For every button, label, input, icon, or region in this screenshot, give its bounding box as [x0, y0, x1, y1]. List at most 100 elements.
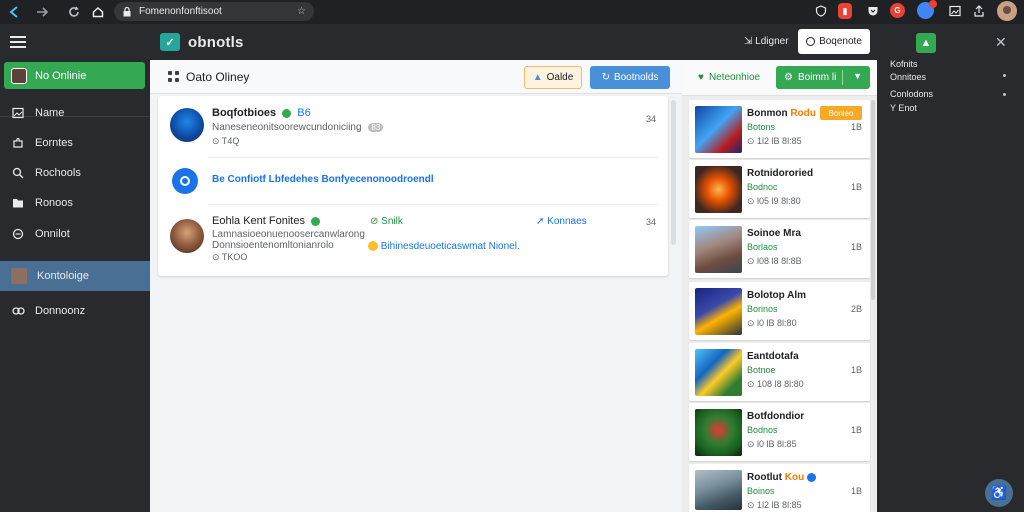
- post-text-value: Naneseneonitsoorewcundoniciing: [212, 122, 362, 133]
- games-panel-header: ♥ Neteonhioe ⚙ Boimm li ▼: [682, 60, 877, 96]
- sidebar-item-rochools[interactable]: Rochools: [0, 159, 150, 187]
- shield-icon[interactable]: [812, 2, 830, 20]
- sidebar-item-label: Name: [35, 107, 65, 119]
- avatar: [11, 67, 27, 84]
- post-author: Boqfotbioes B6: [212, 107, 311, 119]
- online-status-button[interactable]: No Onlinie: [4, 62, 145, 89]
- back-icon[interactable]: [5, 2, 25, 22]
- image-icon[interactable]: [946, 2, 964, 20]
- scrollbar[interactable]: [671, 100, 676, 245]
- game-meta: ⊙ 1l2 lB 8l:85: [747, 136, 802, 147]
- sidebar-item-label: Kontoloige: [37, 270, 89, 282]
- main-toolbar: Oato Oliney ▲ Oalde ↻ Bootnolds: [150, 60, 682, 94]
- sidebar-item-label: Eorntes: [35, 137, 73, 149]
- sign-link[interactable]: ⇲ Ldigner: [744, 36, 789, 47]
- header-button-label: Boqenote: [819, 36, 862, 47]
- post-time: ⊙ TKOO: [212, 252, 247, 263]
- online-label: No Onlinie: [35, 69, 87, 82]
- game-meta: ⊙ l0 lB 8l:85: [747, 439, 797, 450]
- games-dropdown-button[interactable]: ⚙ Boimm li ▼: [776, 66, 870, 89]
- app-icon[interactable]: ▲: [916, 33, 936, 53]
- red-app-icon[interactable]: ▮: [838, 3, 852, 19]
- verified-icon: [807, 472, 817, 482]
- game-title-highlight: Rodu: [790, 108, 816, 119]
- secondary-button[interactable]: ▲ Oalde: [524, 66, 582, 89]
- primary-button[interactable]: ↻ Bootnolds: [590, 66, 670, 89]
- scrollbar[interactable]: [871, 100, 875, 300]
- action-label: Konnaes: [547, 216, 587, 227]
- games-panel-title: ♥ Neteonhioe: [698, 72, 760, 83]
- sidebar-item-onnilot[interactable]: Onnilot: [0, 220, 150, 248]
- globe-icon[interactable]: [917, 0, 937, 19]
- game-card[interactable]: Rootlut Kou Boinos ⊙ 1l2 lB 8l:85 1B: [689, 464, 870, 512]
- lock-icon: [122, 6, 131, 17]
- game-card[interactable]: Soinoe Mra Borlaos ⊙ l08 l8 8l:8B 1B: [689, 220, 870, 278]
- sidebar-item-label: Donnoonz: [35, 305, 86, 317]
- action-link[interactable]: ⊘ Snilk: [370, 216, 403, 227]
- sidebar-item-name[interactable]: Name: [0, 99, 150, 127]
- clock-icon: ⊙: [747, 196, 758, 206]
- url-text: Fomenonfonftisoot: [139, 6, 222, 17]
- post-time-value: TKOO: [221, 252, 248, 262]
- header-action-button[interactable]: Boqenote: [798, 29, 870, 54]
- accessibility-icon[interactable]: ♿: [985, 479, 1013, 507]
- post-side-count: 34: [646, 217, 657, 227]
- sidebar-item-kontoloige[interactable]: Kontoloige: [0, 261, 150, 291]
- game-status: Botnoe: [747, 365, 776, 375]
- post-link[interactable]: Be Confiotf Lbfedehes Bonfyecenonoodroen…: [212, 174, 434, 185]
- profile-avatar[interactable]: [997, 1, 1017, 21]
- game-status: Bodnoc: [747, 182, 778, 192]
- hamburger-menu-icon[interactable]: [10, 36, 26, 50]
- close-icon[interactable]: ✕: [995, 34, 1007, 51]
- clock-icon: ⊙: [212, 252, 222, 262]
- game-title: Soinoe Mra: [747, 228, 801, 239]
- game-card[interactable]: Bonmon Rodu Bonieo Botons ⊙ 1l2 lB 8l:85…: [689, 100, 870, 158]
- clock-icon: ⊙: [747, 379, 758, 389]
- mention-value: Bihinesdeuoeticaswmat Nionel.: [380, 241, 520, 252]
- forward-icon[interactable]: [32, 2, 52, 22]
- grid-icon[interactable]: [168, 71, 180, 83]
- game-meta-value: 1l2 lB 8l:85: [757, 500, 802, 510]
- sidebar-item-eorntes[interactable]: Eorntes: [0, 129, 150, 157]
- sign-icon: ⇲: [744, 36, 756, 47]
- app-title: obnotls: [188, 34, 244, 51]
- thumbs-up-icon: ▲: [532, 72, 543, 83]
- pocket-icon[interactable]: [864, 2, 882, 20]
- browser-toolbar: Fomenonfonftisoot ☆ ▮ G: [0, 0, 1024, 24]
- search-icon: [11, 166, 25, 180]
- puzzle-icon: [11, 136, 25, 150]
- clock-icon: ⊙: [747, 256, 758, 266]
- game-card[interactable]: Bolotop Alm Borinos ⊙ l0 lB 8l:80 2B: [689, 282, 870, 340]
- app-header: ✓ obnotls ⇲ Ldigner Boqenote: [150, 24, 877, 60]
- sidebar-item-donnoonz[interactable]: Donnoonz: [0, 297, 150, 325]
- image-icon: [11, 106, 25, 120]
- right-panel: ▲ ✕ Kofnits Onnitoes Conlodons Y Enot ♿: [877, 24, 1024, 512]
- clock-icon: ⊙: [747, 136, 758, 146]
- games-title-label: Neteonhioe: [708, 72, 761, 83]
- reload-icon[interactable]: [64, 2, 84, 22]
- star-icon[interactable]: ☆: [297, 6, 306, 17]
- home-icon[interactable]: [88, 2, 108, 22]
- share-icon[interactable]: [970, 2, 988, 20]
- game-thumbnail: [695, 166, 742, 213]
- feed-post[interactable]: Eohla Kent Fonites ⊘ Snilk ➚ Konnaes 34 …: [158, 205, 668, 275]
- game-meta-value: l0 lB 8l:85: [757, 439, 797, 449]
- game-title: Eantdotafa: [747, 351, 799, 362]
- g-icon[interactable]: G: [890, 3, 905, 18]
- game-card[interactable]: Rotnidororied Bodnoc ⊙ l05 l9 8l:80 1B: [689, 160, 870, 218]
- game-title-value: Rootlut: [747, 472, 782, 483]
- post-text: Lamnasioeonuenoosercanwlarong: [212, 229, 365, 240]
- avatar: [170, 108, 204, 142]
- sidebar-item-label: Ronoos: [35, 197, 73, 209]
- game-card[interactable]: Eantdotafa Botnoe ⊙ 108 l8 8l:80 1B: [689, 343, 870, 401]
- address-bar[interactable]: Fomenonfonftisoot ☆: [114, 2, 314, 21]
- action-link[interactable]: ➚ Konnaes: [536, 216, 587, 227]
- dot-icon: [1003, 74, 1006, 77]
- game-status: Borinos: [747, 304, 778, 314]
- game-count: 1B: [850, 122, 862, 132]
- feed-post[interactable]: Boqfotbioes B6 Naneseneonitsoorewcundoni…: [158, 96, 668, 156]
- feed-post[interactable]: Be Confiotf Lbfedehes Bonfyecenonoodroen…: [158, 158, 668, 204]
- game-card[interactable]: Botfdondior Bodnos ⊙ l0 lB 8l:85 1B: [689, 403, 870, 461]
- sidebar-item-ronoos[interactable]: Ronoos: [0, 189, 150, 217]
- gear-icon: ⚙: [784, 72, 793, 83]
